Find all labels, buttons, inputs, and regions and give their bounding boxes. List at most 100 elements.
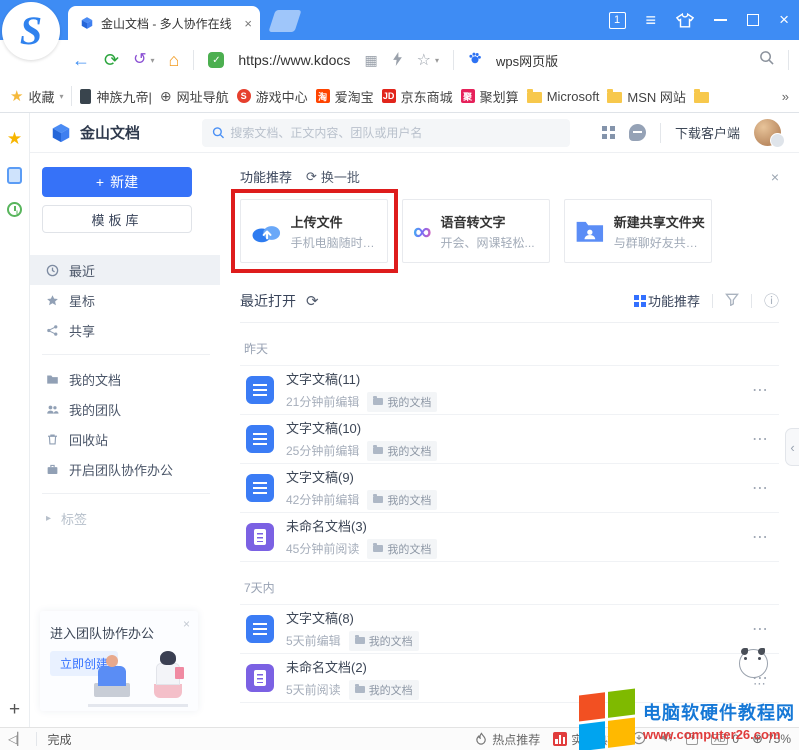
- file-title: 文字文稿(8): [286, 608, 419, 627]
- sidebar-toggle-icon[interactable]: ◁▏: [8, 732, 26, 746]
- bookmark-item[interactable]: 淘爱淘宝: [316, 87, 374, 106]
- reading-panel-icon[interactable]: [7, 167, 22, 184]
- location-chip[interactable]: 我的文档: [349, 631, 419, 651]
- folder-icon: [355, 637, 365, 644]
- undo-dropdown-icon[interactable]: ▾: [151, 56, 155, 65]
- sidebar-item-starred[interactable]: 星标: [30, 285, 220, 315]
- favorite-dropdown-icon[interactable]: ▾: [435, 56, 439, 65]
- bookmark-item[interactable]: 聚聚划算: [461, 87, 519, 106]
- side-panel-handle[interactable]: ‹: [785, 428, 799, 466]
- bookmarks-overflow-icon[interactable]: »: [782, 89, 789, 104]
- feature-card-voice-to-text[interactable]: ∞ 语音转文字 开会、网课轻松...: [402, 199, 550, 263]
- bookmark-folder[interactable]: Microsoft: [527, 89, 600, 104]
- mascot-widget[interactable]: [739, 649, 768, 678]
- bookmark-item[interactable]: S游戏中心: [237, 87, 308, 106]
- info-icon[interactable]: ⓘ: [764, 290, 779, 311]
- feature-card-upload[interactable]: 上传文件 手机电脑随时查看: [240, 199, 388, 263]
- kdocs-brand[interactable]: 金山文档: [50, 122, 140, 144]
- qr-code-icon[interactable]: ▦: [364, 52, 377, 69]
- sidebar-item-my-documents[interactable]: 我的文档: [30, 364, 220, 394]
- grid-icon: [634, 295, 639, 300]
- bookmark-favorites[interactable]: ★收藏▾: [10, 87, 63, 106]
- sogou-s-glyph: S: [20, 11, 42, 51]
- file-row[interactable]: 文字文稿(9) 42分钟前编辑我的文档 ⋯: [240, 464, 779, 513]
- more-actions-button[interactable]: ⋯: [752, 429, 775, 449]
- sidebar-item-recycle-bin[interactable]: 回收站: [30, 424, 220, 454]
- divider: [751, 294, 752, 308]
- filter-icon[interactable]: [725, 293, 739, 309]
- search-input[interactable]: [230, 126, 560, 140]
- watermark-logo: [579, 689, 635, 750]
- more-actions-button[interactable]: ⋯: [752, 478, 775, 498]
- favorites-panel-icon[interactable]: ★: [7, 129, 22, 149]
- sidebar-item-shared[interactable]: 共享: [30, 315, 220, 345]
- file-row[interactable]: 文字文稿(10) 25分钟前编辑我的文档 ⋯: [240, 415, 779, 464]
- group-label: 昨天: [244, 340, 779, 357]
- menu-icon[interactable]: ≡: [646, 10, 657, 31]
- template-library-button[interactable]: 模板库: [42, 205, 192, 233]
- tab-close-icon[interactable]: ×: [244, 16, 252, 31]
- speed-icon[interactable]: [392, 52, 403, 69]
- file-row[interactable]: 未命名文档(3) 45分钟前阅读我的文档 ⋯: [240, 513, 779, 562]
- mascot-more-icon[interactable]: ⋯: [753, 676, 766, 692]
- sidebar-item-tags[interactable]: ▸ 标签: [30, 503, 220, 533]
- trending-icon: [553, 732, 567, 746]
- home-icon[interactable]: ⌂: [169, 51, 180, 69]
- divider: [36, 732, 37, 746]
- location-chip[interactable]: 我的文档: [367, 392, 437, 412]
- skin-icon[interactable]: [676, 13, 694, 28]
- card-subtitle: 与群聊好友共享...: [614, 234, 701, 251]
- search-icon[interactable]: [759, 50, 774, 70]
- more-actions-button[interactable]: ⋯: [752, 380, 775, 400]
- add-panel-icon[interactable]: +: [9, 699, 20, 721]
- more-actions-button[interactable]: ⋯: [752, 527, 775, 547]
- security-shield-icon[interactable]: ✓: [208, 52, 224, 68]
- sidebar-item-team-office[interactable]: 开启团队协作办公: [30, 454, 220, 484]
- bookmark-item[interactable]: ⊕网址导航: [160, 87, 229, 106]
- sidebar-item-my-team[interactable]: 我的团队: [30, 394, 220, 424]
- undo-icon[interactable]: ↺: [133, 52, 146, 68]
- close-icon[interactable]: ×: [183, 617, 190, 631]
- bookmark-item[interactable]: 神族九帝|: [80, 87, 151, 106]
- close-features-icon[interactable]: ×: [771, 169, 779, 185]
- refresh-icon[interactable]: ⟳: [306, 292, 319, 310]
- reload-icon[interactable]: ⟳: [104, 51, 119, 69]
- browser-tab[interactable]: 金山文档 - 多人协作在线 ×: [68, 6, 260, 40]
- hot-recommend-button[interactable]: 热点推荐: [475, 731, 540, 748]
- file-row[interactable]: 文字文稿(8) 5天前编辑我的文档 ⋯: [240, 605, 779, 654]
- sogou-browser-logo: S: [2, 2, 60, 60]
- shuffle-features-button[interactable]: ⟳换一批: [306, 167, 360, 186]
- file-row[interactable]: 文字文稿(11) 21分钟前编辑我的文档 ⋯: [240, 366, 779, 415]
- file-time: 42分钟前编辑: [286, 491, 359, 508]
- site-header: 金山文档 下载客户端: [30, 113, 799, 153]
- back-icon[interactable]: ←: [72, 51, 90, 69]
- user-avatar[interactable]: [754, 119, 781, 146]
- maximize-button[interactable]: [747, 14, 759, 26]
- bookmark-item[interactable]: JD京东商城: [382, 87, 453, 106]
- location-chip[interactable]: 我的文档: [349, 680, 419, 700]
- close-button[interactable]: ×: [779, 10, 789, 30]
- address-url[interactable]: https://www.kdocs: [238, 52, 350, 68]
- speed-mode-badge[interactable]: 1: [609, 12, 626, 29]
- new-document-button[interactable]: +新建: [42, 167, 192, 197]
- sidebar-item-recent[interactable]: 最近: [30, 255, 220, 285]
- feature-reco-toggle[interactable]: 功能推荐: [634, 291, 700, 310]
- location-chip[interactable]: 我的文档: [367, 490, 437, 510]
- browser-search-query[interactable]: wps网页版: [496, 51, 558, 70]
- divider: [660, 123, 661, 143]
- location-chip[interactable]: 我的文档: [367, 441, 437, 461]
- history-panel-icon[interactable]: [7, 202, 22, 217]
- site-search[interactable]: [202, 119, 570, 147]
- more-actions-button[interactable]: ⋯: [752, 619, 775, 639]
- message-icon[interactable]: [629, 124, 646, 141]
- globe-icon: ⊕: [160, 88, 172, 105]
- app-grid-icon[interactable]: [602, 126, 607, 131]
- bookmark-folder[interactable]: [694, 90, 709, 103]
- location-chip[interactable]: 我的文档: [367, 539, 437, 559]
- new-tab-button[interactable]: [268, 10, 301, 32]
- minimize-button[interactable]: [714, 19, 727, 21]
- feature-card-shared-folder[interactable]: 新建共享文件夹 与群聊好友共享...: [564, 199, 712, 263]
- favorite-star-icon[interactable]: ☆: [417, 50, 431, 70]
- download-client-link[interactable]: 下载客户端: [675, 123, 740, 142]
- bookmark-folder[interactable]: MSN 网站: [607, 87, 686, 106]
